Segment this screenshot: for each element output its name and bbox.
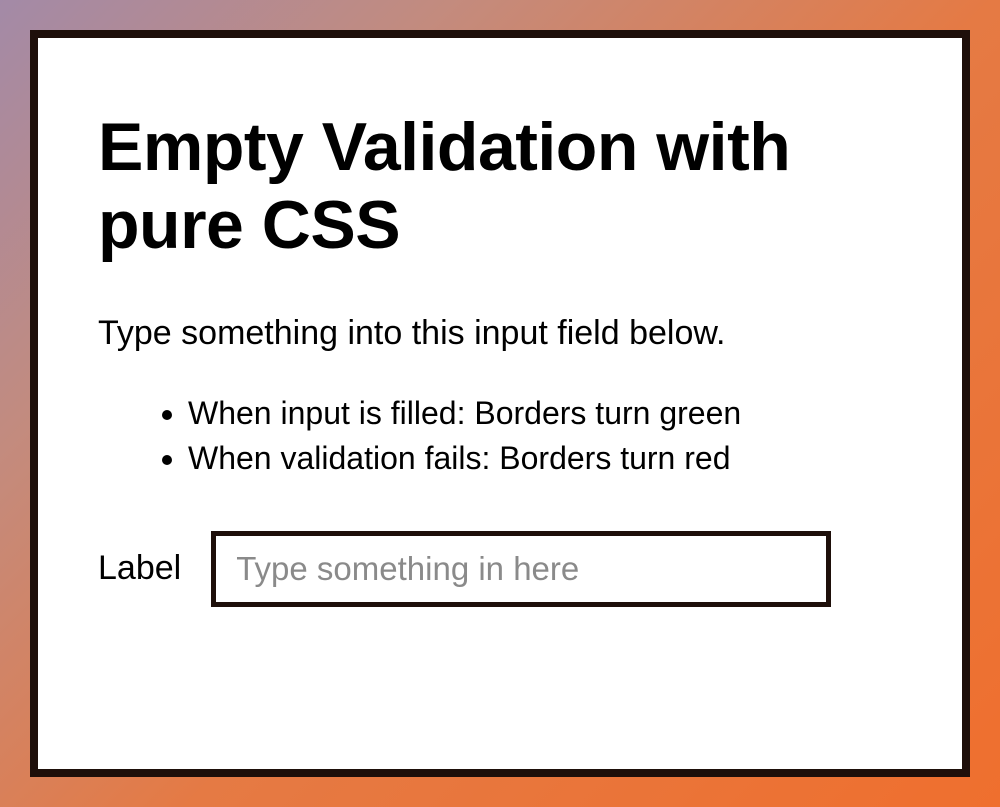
rules-list: When input is filled: Borders turn green… (98, 391, 902, 481)
page-title: Empty Validation with pure CSS (98, 108, 902, 264)
list-item: When input is filled: Borders turn green (188, 391, 902, 436)
instruction-text: Type something into this input field bel… (98, 314, 902, 353)
field-label: Label (98, 549, 181, 588)
list-item: When validation fails: Borders turn red (188, 436, 902, 481)
text-input[interactable] (211, 531, 831, 607)
field-row: Label (98, 531, 902, 607)
demo-card: Empty Validation with pure CSS Type some… (30, 30, 970, 777)
